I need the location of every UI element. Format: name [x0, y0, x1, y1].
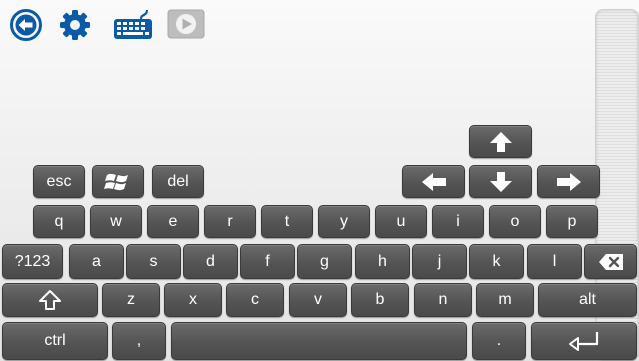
- key-e[interactable]: e: [147, 205, 199, 238]
- key-m[interactable]: m: [476, 283, 534, 317]
- key-m-label: m: [498, 291, 512, 308]
- key-e-label: e: [168, 212, 178, 230]
- comma-key-label: ,: [136, 332, 142, 349]
- arrow-down-key[interactable]: [469, 165, 532, 198]
- ctrl-key[interactable]: ctrl: [2, 322, 108, 360]
- key-symbols[interactable]: ?123: [2, 244, 63, 279]
- key-s[interactable]: s: [126, 244, 181, 279]
- del-key-label: del: [167, 172, 189, 190]
- key-n-label: n: [438, 291, 448, 308]
- key-k-label: k: [492, 252, 501, 270]
- period-key-label: .: [496, 332, 502, 349]
- key-v[interactable]: v: [289, 283, 347, 317]
- key-g[interactable]: g: [297, 244, 352, 279]
- key-u-label: u: [396, 212, 406, 230]
- backspace-icon: [598, 253, 623, 270]
- key-p[interactable]: p: [546, 205, 598, 238]
- keyboard-icon: [114, 10, 152, 39]
- key-w-label: w: [110, 212, 122, 230]
- shift-key[interactable]: [2, 283, 98, 317]
- key-r-label: r: [227, 212, 233, 230]
- key-t-label: t: [284, 212, 290, 230]
- key-i-label: i: [456, 212, 460, 230]
- esc-key-label: esc: [46, 172, 72, 190]
- alt-key[interactable]: alt: [538, 283, 637, 317]
- backspace-key[interactable]: [584, 244, 637, 279]
- key-symbols-label: ?123: [14, 252, 51, 270]
- key-c[interactable]: c: [226, 283, 284, 317]
- period-key[interactable]: .: [472, 322, 526, 360]
- key-h[interactable]: h: [355, 244, 410, 279]
- key-q[interactable]: q: [33, 205, 85, 238]
- enter-key[interactable]: [531, 322, 637, 360]
- key-a[interactable]: a: [69, 244, 124, 279]
- keyboard-button[interactable]: [112, 6, 154, 42]
- comma-key[interactable]: ,: [112, 322, 166, 360]
- key-j-label: j: [437, 252, 442, 270]
- key-x-label: x: [189, 291, 197, 308]
- settings-button[interactable]: [58, 8, 92, 42]
- key-n[interactable]: n: [414, 283, 472, 317]
- key-b-label: b: [375, 291, 385, 308]
- key-i[interactable]: i: [432, 205, 484, 238]
- key-w[interactable]: w: [90, 205, 142, 238]
- key-s-label: s: [149, 252, 158, 270]
- space-key[interactable]: [171, 322, 467, 360]
- arrow-left-icon: [421, 172, 446, 191]
- arrow-right-key[interactable]: [537, 165, 600, 198]
- arrow-left-key[interactable]: [402, 165, 465, 198]
- key-y[interactable]: y: [318, 205, 370, 238]
- key-f[interactable]: f: [240, 244, 295, 279]
- key-d[interactable]: d: [183, 244, 238, 279]
- del-key[interactable]: del: [152, 165, 204, 198]
- key-f-label: f: [265, 252, 270, 270]
- play-button[interactable]: [167, 9, 205, 39]
- shift-icon: [39, 290, 61, 310]
- key-o[interactable]: o: [489, 205, 541, 238]
- ctrl-key-label: ctrl: [44, 332, 66, 349]
- arrow-down-icon: [489, 171, 512, 192]
- play-icon: [167, 9, 205, 39]
- enter-icon: [569, 332, 599, 351]
- esc-key[interactable]: esc: [33, 165, 85, 198]
- key-l[interactable]: l: [527, 244, 582, 279]
- key-y-label: y: [340, 212, 348, 230]
- key-d-label: d: [206, 252, 215, 270]
- key-c-label: c: [251, 291, 259, 308]
- arrow-up-icon: [489, 131, 512, 152]
- arrow-up-key[interactable]: [469, 125, 532, 158]
- key-u[interactable]: u: [375, 205, 427, 238]
- back-button[interactable]: [9, 8, 43, 42]
- key-a-label: a: [92, 252, 101, 270]
- windows-logo-icon: [104, 173, 128, 190]
- gear-icon: [60, 10, 90, 40]
- key-o-label: o: [510, 212, 520, 230]
- key-v-label: v: [314, 291, 322, 308]
- key-l-label: l: [552, 252, 557, 270]
- key-h-label: h: [378, 252, 387, 270]
- key-z-label: z: [127, 291, 135, 308]
- key-j[interactable]: j: [412, 244, 467, 279]
- key-x[interactable]: x: [164, 283, 222, 317]
- key-k[interactable]: k: [469, 244, 524, 279]
- alt-key-label: alt: [579, 291, 596, 308]
- key-p-label: p: [567, 212, 577, 230]
- key-g-label: g: [320, 252, 329, 270]
- key-b[interactable]: b: [351, 283, 409, 317]
- key-z[interactable]: z: [102, 283, 160, 317]
- key-t[interactable]: t: [261, 205, 313, 238]
- windows-key[interactable]: [92, 165, 144, 198]
- back-arrow-circle-icon: [10, 9, 42, 41]
- key-r[interactable]: r: [204, 205, 256, 238]
- key-q-label: q: [54, 212, 64, 230]
- arrow-right-icon: [556, 172, 581, 191]
